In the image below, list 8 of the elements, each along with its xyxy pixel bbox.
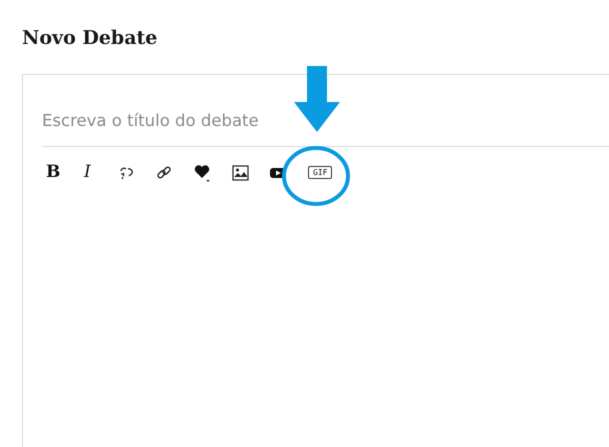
bold-button[interactable]: B <box>42 160 80 185</box>
highlight-ellipse <box>281 145 351 207</box>
link-icon <box>156 164 172 181</box>
unlink-icon <box>118 164 134 181</box>
image-icon <box>232 164 249 181</box>
page-heading: Novo Debate <box>22 27 158 50</box>
annotation-arrow <box>292 64 342 134</box>
italic-button[interactable]: I <box>80 160 118 185</box>
